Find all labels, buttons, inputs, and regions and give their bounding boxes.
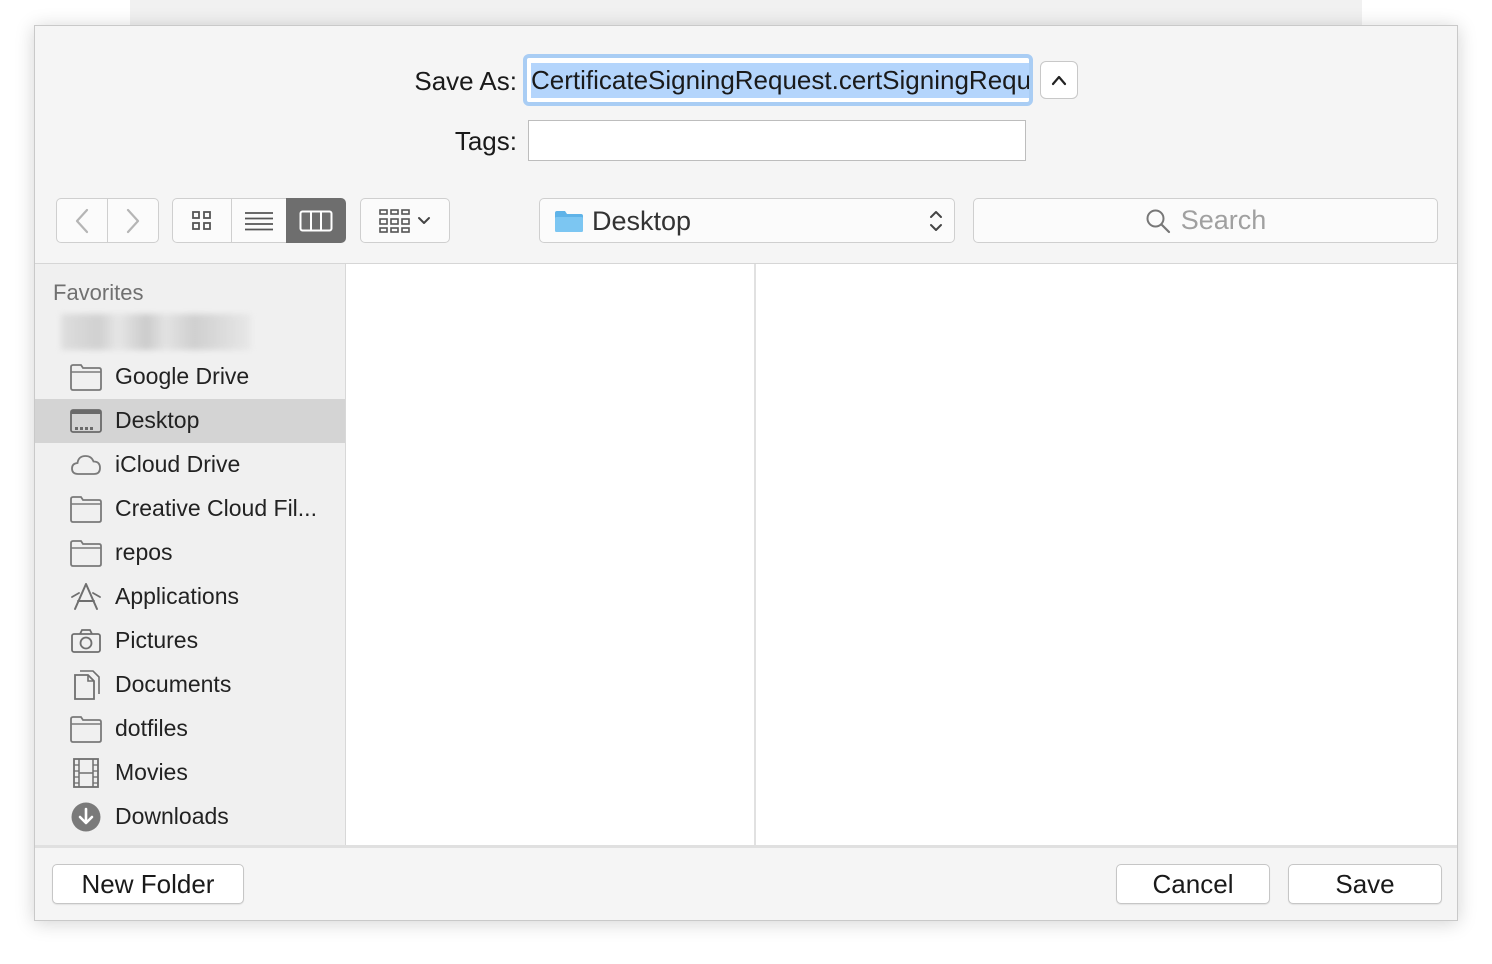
camera-icon — [71, 629, 101, 653]
redacted-user-item — [61, 314, 251, 350]
grid-icon — [192, 210, 211, 230]
columns-icon — [299, 210, 333, 231]
sidebar-item-label: repos — [115, 539, 173, 565]
browser-column-2[interactable] — [756, 264, 1457, 846]
window-behind — [130, 0, 1362, 26]
sidebar-item-label: Documents — [115, 671, 232, 697]
sidebar-item-desktop[interactable]: Desktop — [35, 399, 346, 443]
sidebar-item-applications[interactable]: Applications — [35, 575, 346, 619]
sidebar-item-google-drive[interactable]: Google Drive — [35, 355, 346, 399]
expand-dialog-button[interactable] — [1040, 61, 1078, 99]
sidebar-item-documents[interactable]: Documents — [35, 663, 346, 707]
column-view-button[interactable] — [286, 198, 346, 243]
forward-button[interactable] — [107, 198, 159, 243]
applications-icon — [71, 583, 101, 610]
dialog-footer: New Folder Cancel Save — [35, 848, 1457, 920]
location-label: Desktop — [592, 206, 692, 236]
film-icon — [73, 758, 99, 788]
download-icon — [71, 802, 101, 832]
chevron-right-icon — [126, 208, 140, 233]
sidebar-item-repos[interactable]: repos — [35, 531, 346, 575]
desktop-icon — [70, 409, 102, 433]
location-popup[interactable]: Desktop — [539, 198, 955, 243]
cancel-button[interactable]: Cancel — [1116, 864, 1270, 904]
sidebar-item-movies[interactable]: Movies — [35, 751, 346, 795]
updown-chevron-icon — [930, 211, 942, 231]
list-icon — [245, 211, 273, 230]
new-folder-button[interactable]: New Folder — [52, 864, 244, 904]
sidebar-item-label: Creative Cloud Fil... — [115, 495, 317, 521]
sidebar-item-pictures[interactable]: Pictures — [35, 619, 346, 663]
tags-input[interactable] — [528, 120, 1026, 161]
save-button[interactable]: Save — [1288, 864, 1442, 904]
save-as-label: Save As: — [414, 66, 517, 96]
folder-icon — [70, 716, 102, 743]
sidebar-item-label: dotfiles — [115, 715, 188, 741]
gallery-grid-icon — [379, 208, 410, 233]
sidebar-item-downloads[interactable]: Downloads — [35, 795, 346, 839]
sidebar-item-label: Google Drive — [115, 363, 250, 389]
sidebar-item-label: Applications — [115, 583, 240, 609]
sidebar: Favorites Google Drive Desktop iCloud Dr… — [35, 264, 346, 846]
sidebar-item-dotfiles[interactable]: dotfiles — [35, 707, 346, 751]
sidebar-item-label: Downloads — [115, 803, 229, 829]
chevron-down-icon — [418, 216, 430, 224]
save-as-input[interactable]: CertificateSigningRequest.certSigningReq… — [523, 54, 1033, 106]
search-placeholder: Search — [1180, 205, 1267, 235]
folder-icon — [70, 540, 102, 567]
search-field[interactable]: Search — [973, 198, 1438, 243]
sidebar-item-label: Pictures — [115, 627, 199, 653]
documents-icon — [74, 670, 100, 700]
folder-icon — [555, 211, 583, 232]
folder-icon — [70, 496, 102, 523]
icon-view-button[interactable] — [172, 198, 232, 243]
sidebar-item-label: Desktop — [115, 407, 200, 433]
cloud-icon — [71, 455, 101, 475]
chevron-left-icon — [75, 208, 89, 233]
sidebar-heading-favorites: Favorites — [53, 280, 144, 305]
sidebar-item-icloud-drive[interactable]: iCloud Drive — [35, 443, 346, 487]
search-icon — [1146, 209, 1170, 233]
sidebar-item-label: iCloud Drive — [115, 451, 241, 477]
browser-column-1[interactable] — [346, 264, 754, 846]
list-view-button[interactable] — [231, 198, 287, 243]
back-button[interactable] — [56, 198, 108, 243]
save-as-value: CertificateSigningRequest.certSigningReq… — [531, 62, 1029, 98]
folder-icon — [70, 364, 102, 391]
sidebar-item-creative-cloud[interactable]: Creative Cloud Fil... — [35, 487, 346, 531]
save-dialog: Save As: CertificateSigningRequest.certS… — [34, 25, 1458, 921]
chevron-up-icon — [1051, 75, 1067, 86]
group-by-button[interactable] — [360, 198, 450, 243]
sidebar-item-label: Movies — [115, 759, 188, 785]
tags-label: Tags: — [454, 126, 517, 156]
